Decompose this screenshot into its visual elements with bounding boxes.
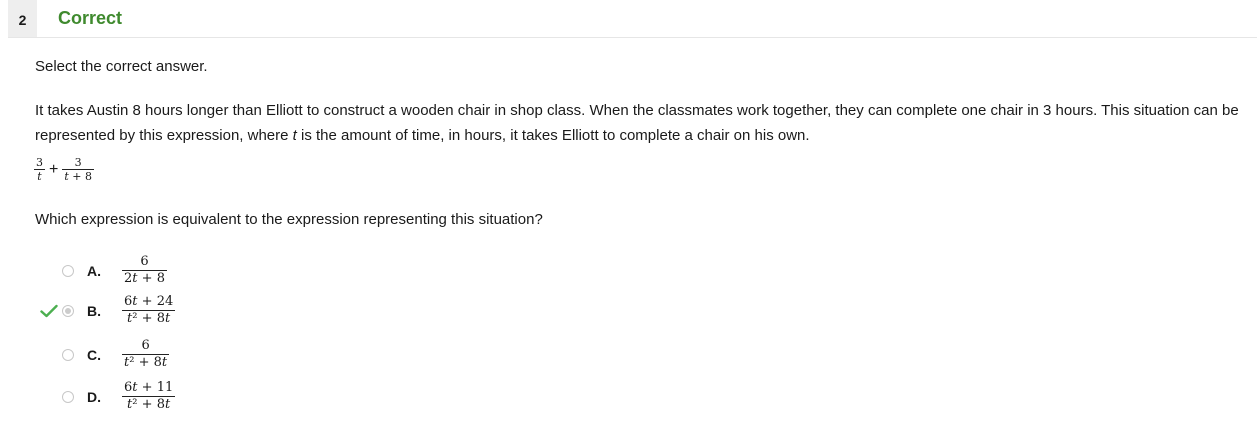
option-b-numerator: 6t + 24 [122,294,176,311]
option-d-numerator: 6t + 11 [122,380,176,397]
option-d-fraction: 6t + 11 t² + 8t [122,380,176,412]
option-a-denominator: 2t + 8 [124,270,165,286]
option-c-numerator: 6 [122,338,170,355]
option-c-fraction: 6 t² + 8t [122,338,170,370]
term1-numerator: 3 [34,156,45,171]
radio-a[interactable] [62,265,74,277]
question-header: 2 Correct [8,0,1257,38]
option-b-denominator: t² + 8t [127,310,171,326]
term2-denominator: t + 8 [64,170,92,184]
situation-expression: 3 t + 3 t + 8 [34,156,94,183]
option-letter-b: B. [87,303,101,319]
expression-term2: 3 t + 8 [62,156,94,183]
radio-d[interactable] [62,391,74,403]
radio-c[interactable] [62,349,74,361]
term2-numerator: 3 [62,156,94,171]
option-letter-c: C. [87,347,101,363]
question-stem: It takes Austin 8 hours longer than Elli… [35,98,1255,148]
option-a-numerator: 6 [122,254,167,271]
answer-option-d[interactable]: D. 6t + 11 t² + 8t [40,380,440,416]
answer-option-b[interactable]: B. 6t + 24 t² + 8t [40,294,440,330]
answer-option-c[interactable]: C. 6 t² + 8t [40,338,440,374]
radio-b[interactable] [62,305,74,317]
option-c-denominator: t² + 8t [124,354,168,370]
expression-term1: 3 t [34,156,45,183]
option-letter-a: A. [87,263,101,279]
instruction-text: Select the correct answer. [35,58,208,75]
option-b-fraction: 6t + 24 t² + 8t [122,294,176,326]
term1-denominator: t [37,170,42,184]
plus-sign: + [49,160,59,178]
answer-option-a[interactable]: A. 6 2t + 8 [40,254,440,290]
question-number: 2 [8,0,37,37]
option-letter-d: D. [87,389,101,405]
option-a-fraction: 6 2t + 8 [122,254,167,286]
result-status: Correct [58,8,123,28]
stem-text-part2: is the amount of time, in hours, it take… [296,127,810,144]
question-text: Which expression is equivalent to the ex… [35,211,543,228]
option-d-denominator: t² + 8t [127,396,171,412]
correct-check-icon [40,304,58,318]
